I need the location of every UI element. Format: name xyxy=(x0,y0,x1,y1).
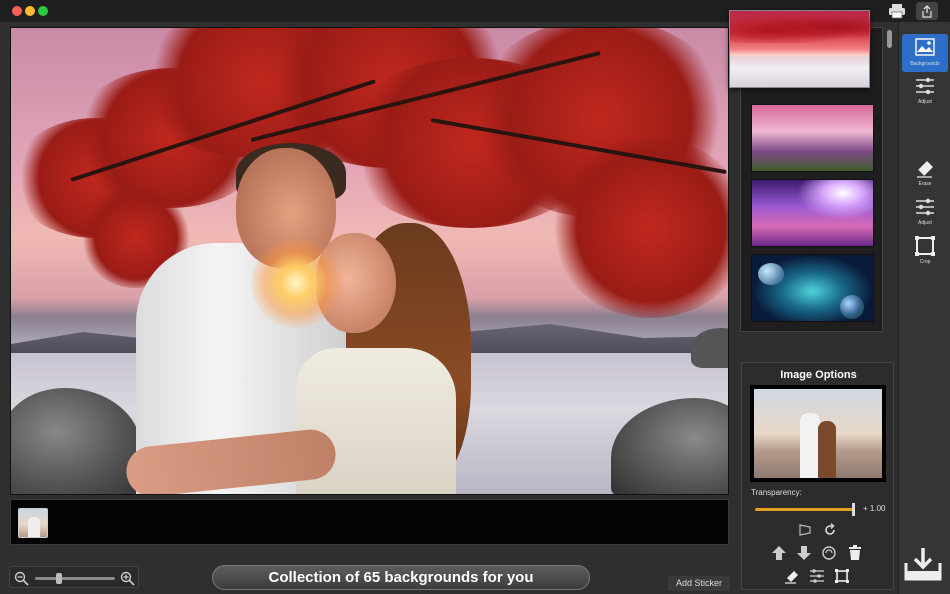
gallery-scrollbar[interactable] xyxy=(887,30,893,330)
toolbar-adjust[interactable]: Adjust xyxy=(902,72,948,110)
toolbar-label: Erase xyxy=(918,181,932,187)
toolbar-adjust-2[interactable]: Adjust xyxy=(902,193,948,231)
zoom-slider[interactable] xyxy=(35,573,115,584)
toolbar-label: Adjust xyxy=(918,99,932,105)
image-options-preview xyxy=(750,385,886,482)
zoom-slider-thumb[interactable] xyxy=(56,573,62,584)
bring-forward-icon[interactable] xyxy=(771,545,787,561)
crop-icon xyxy=(915,236,935,256)
zoom-control xyxy=(9,566,139,588)
app-window: Collection of 65 backgrounds for you Add… xyxy=(0,0,950,594)
toolbar-erase[interactable]: Erase xyxy=(902,154,948,192)
layer-thumbnail[interactable] xyxy=(18,508,48,538)
trash-icon[interactable] xyxy=(847,545,863,561)
editing-canvas[interactable] xyxy=(10,27,729,495)
rotate-icon[interactable] xyxy=(822,522,838,538)
layer-filmstrip xyxy=(10,499,729,545)
transparency-slider-thumb[interactable] xyxy=(852,503,855,516)
close-window-button[interactable] xyxy=(12,6,22,16)
add-sticker-button[interactable]: Add Sticker xyxy=(668,576,730,591)
toolbar-crop[interactable]: Crop xyxy=(902,232,948,270)
toolbar-label: Crop xyxy=(919,259,931,265)
transparency-label: Transparency: xyxy=(751,488,802,497)
crop-icon[interactable] xyxy=(834,568,850,584)
print-icon[interactable] xyxy=(886,2,908,20)
adjust-icon xyxy=(916,77,934,95)
reset-icon[interactable] xyxy=(821,545,837,561)
image-options-title: Image Options xyxy=(780,369,857,381)
transparency-value: + 1.00 xyxy=(863,504,886,513)
send-backward-icon[interactable] xyxy=(796,545,812,561)
zoom-in-icon[interactable] xyxy=(118,569,136,587)
eraser-icon[interactable] xyxy=(784,568,800,584)
promo-caption: Collection of 65 backgrounds for you xyxy=(212,565,590,590)
toolbar-label: Adjust xyxy=(918,220,932,226)
sun-glow xyxy=(251,238,341,328)
adjust-icon xyxy=(916,198,934,216)
save-export-icon[interactable] xyxy=(902,545,944,583)
foreground-photo xyxy=(754,389,882,478)
gallery-item-pink-sky[interactable] xyxy=(751,104,874,172)
image-options-panel: Image Options Transparency: + 1.00 xyxy=(741,362,894,590)
transparency-slider[interactable] xyxy=(755,503,855,516)
share-icon[interactable] xyxy=(916,2,938,20)
zoom-window-button[interactable] xyxy=(38,6,48,16)
gallery-item-purple-nebula[interactable] xyxy=(751,179,874,247)
backgrounds-icon xyxy=(915,38,935,56)
minimize-window-button[interactable] xyxy=(25,6,35,16)
perspective-icon[interactable] xyxy=(797,522,813,538)
gallery-item-planets[interactable] xyxy=(751,254,874,322)
gallery-scrollbar-knob[interactable] xyxy=(887,30,892,48)
toolbar-backgrounds[interactable]: Backgrounds xyxy=(902,34,948,72)
toolbar-label: Backgrounds xyxy=(910,61,940,67)
adjust-icon[interactable] xyxy=(809,568,825,584)
right-toolbar: Backgrounds Adjust Erase Adjust Crop xyxy=(898,22,950,594)
zoom-out-icon[interactable] xyxy=(12,569,30,587)
hover-preview-thumbnail xyxy=(729,10,871,88)
eraser-icon xyxy=(917,161,933,178)
